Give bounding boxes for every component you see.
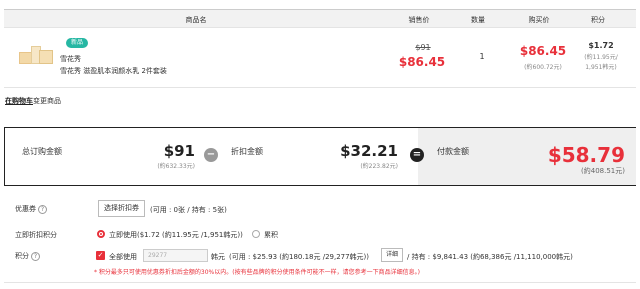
points-detail-button[interactable]: 详细 [381, 248, 404, 262]
accumulate-text[interactable]: 累积 [264, 230, 278, 240]
points-krw-line1: (約11.95元/ [584, 54, 618, 61]
points-label: 积分? [15, 251, 40, 261]
header-quantity: 数量 [471, 16, 485, 24]
purchase-price-krw: (約600.72元) [524, 64, 562, 71]
bottom-divider [4, 282, 636, 283]
discount-value: $32.21 [340, 142, 398, 160]
order-total-value: $91 [163, 142, 195, 160]
points-value: $1.72 [588, 41, 614, 50]
select-coupon-button[interactable]: 选择折扣券 [98, 200, 145, 217]
pay-amount-label: 付款金额 [437, 147, 469, 156]
header-points: 积分 [591, 16, 605, 24]
change-product-link[interactable]: 在购物车变更商品 [5, 96, 61, 106]
pay-amount-krw: (約408.51元) [581, 167, 625, 175]
points-label-text: 积分 [15, 252, 29, 260]
points-available: (可用 : $25.93 (約180.18元 /29,277韩元)) [229, 253, 370, 261]
coupon-availability: (可用 : 0张 / 持有 : 5张) [150, 206, 227, 214]
coupon-label-text: 优惠券 [15, 205, 36, 213]
header-purchase-price: 购买价 [528, 16, 550, 24]
pay-amount-value: $58.79 [547, 143, 625, 167]
use-all-label[interactable]: 全部使用 [109, 252, 137, 262]
product-thumbnail[interactable] [19, 42, 53, 68]
points-amount-input[interactable]: 29277 [143, 249, 208, 262]
product-table-header: 商品名 销售价 数量 购买价 积分 [4, 9, 636, 28]
cart-link[interactable]: 在购物车 [5, 97, 33, 105]
header-sale-price: 销售价 [408, 16, 430, 24]
product-name[interactable]: 雪花秀 滋盈肌本润颜水乳 2件套装 [60, 66, 167, 76]
order-totals-box: 总订购金额 $91 (約632.33元) − 折扣金额 $32.21 (約223… [4, 127, 636, 186]
points-usage-note: * 积分最多只可使用优惠券折扣后金额的30%以内。(按有些品牌的积分使用条件可能… [94, 269, 420, 276]
new-badge: 新品 [66, 38, 89, 48]
quantity: 1 [479, 52, 485, 61]
minus-icon: − [204, 148, 218, 162]
product-brand[interactable]: 雪花秀 [60, 54, 81, 64]
instant-use-radio[interactable] [97, 230, 105, 238]
instant-use-text[interactable]: 立即使用($1.72 (約11.95元 /1,951韩元)) [109, 230, 243, 240]
coupon-help-icon[interactable]: ? [38, 204, 47, 214]
order-total-krw: (約632.33元) [157, 163, 195, 170]
use-all-checkbox[interactable]: ✓ [96, 251, 105, 260]
change-product-text: 变更商品 [33, 97, 61, 105]
points-help-icon[interactable]: ? [31, 251, 40, 261]
accumulate-radio[interactable] [252, 230, 260, 238]
header-product-name: 商品名 [185, 16, 207, 24]
equals-icon: = [410, 148, 424, 162]
points-krw-line2: 1,951韩元) [585, 64, 617, 71]
instant-discount-label: 立即折扣积分 [15, 231, 57, 239]
purchase-price: $86.45 [519, 44, 567, 58]
points-held: / 持有 : $9,841.43 (約68,386元 /11,110,000韩元… [407, 253, 573, 261]
discount-krw: (約223.82元) [360, 163, 398, 170]
original-price: $91 [415, 43, 431, 52]
discount-label: 折扣金额 [231, 147, 263, 156]
product-row: 新品 雪花秀 雪花秀 滋盈肌本润颜水乳 2件套装 $91 $86.45 1 $8… [4, 28, 636, 88]
coupon-label: 优惠券? [15, 204, 47, 214]
order-total-label: 总订购金额 [22, 147, 62, 156]
sale-price: $86.45 [398, 55, 446, 69]
points-unit: 韩元 [211, 253, 225, 261]
